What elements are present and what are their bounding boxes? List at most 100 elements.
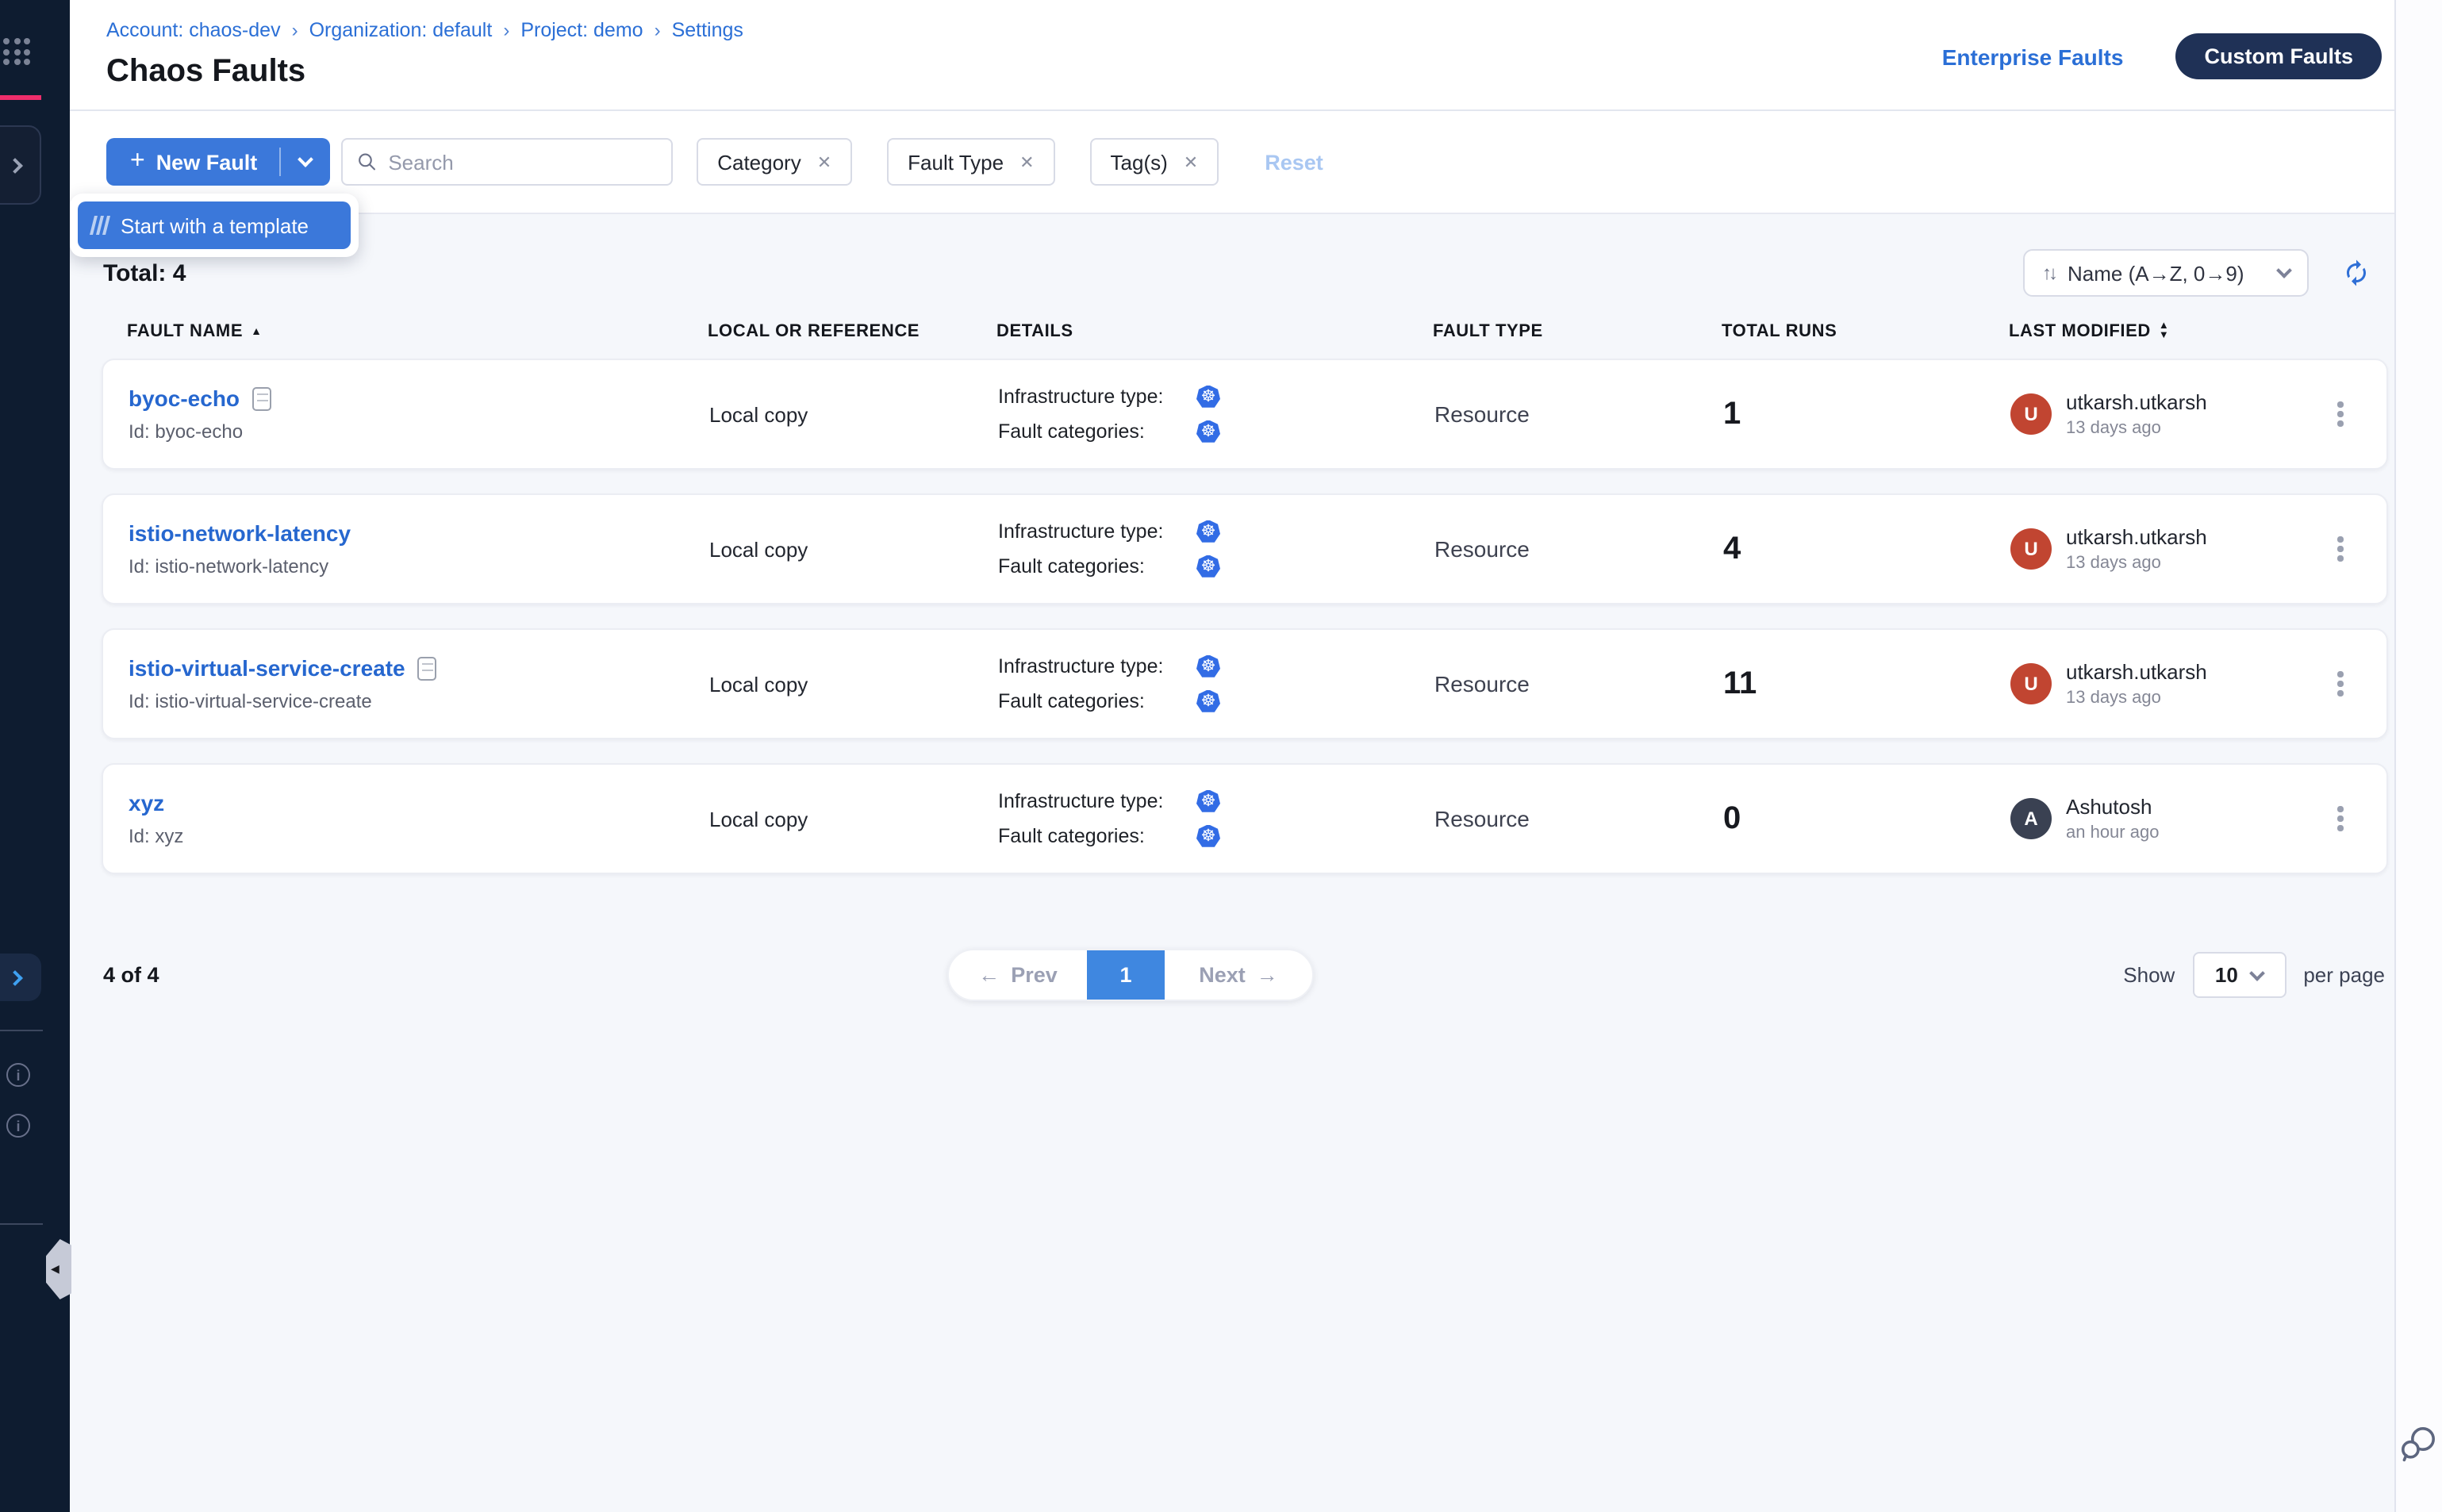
info-icon[interactable]: i <box>6 1114 30 1138</box>
fault-id: Id: xyz <box>129 825 709 847</box>
new-fault-button[interactable]: + New Fault <box>106 138 279 186</box>
menu-item-start-with-template[interactable]: Start with a template <box>78 201 351 249</box>
new-fault-split-button[interactable]: + New Fault <box>106 138 330 186</box>
right-gutter <box>2394 0 2442 1512</box>
page-1-button[interactable]: 1 <box>1087 950 1165 1000</box>
prev-page-button[interactable]: ← Prev <box>949 950 1087 1000</box>
fault-name-link[interactable]: istio-network-latency <box>129 520 351 546</box>
column-fault-type: FAULT TYPE <box>1433 322 1722 341</box>
row-menu-button[interactable] <box>2325 537 2356 562</box>
breadcrumb-project[interactable]: Project: demo <box>520 19 643 41</box>
filter-fault-type[interactable]: Fault Type ✕ <box>887 138 1054 186</box>
row-menu-button[interactable] <box>2325 807 2356 831</box>
local-or-reference: Local copy <box>709 537 998 561</box>
pager: ← Prev 1 Next → <box>947 949 1314 1001</box>
table-row[interactable]: byoc-echo Id: byoc-echo Local copy Infra… <box>102 359 2388 470</box>
row-menu-button[interactable] <box>2325 402 2356 427</box>
column-label: TOTAL RUNS <box>1722 322 1837 341</box>
kubernetes-icon: ☸ <box>1196 654 1220 678</box>
fault-categories-label: Fault categories: <box>998 555 1196 578</box>
toolbar: + New Fault Category ✕ Fault Type <box>70 111 2394 214</box>
arrow-right-icon: → <box>1257 963 1278 987</box>
column-details: DETAILS <box>996 322 1433 341</box>
filter-tags[interactable]: Tag(s) ✕ <box>1090 138 1219 186</box>
close-icon[interactable]: ✕ <box>817 152 831 172</box>
new-fault-dropdown-toggle[interactable] <box>281 138 330 186</box>
column-last-modified[interactable]: LAST MODIFIED ▲▼ <box>2009 322 2323 341</box>
search-box <box>341 138 673 186</box>
sort-both-icon: ▲▼ <box>2159 322 2169 341</box>
enterprise-faults-link[interactable]: Enterprise Faults <box>1942 44 2124 69</box>
info-icon[interactable]: i <box>6 1063 30 1087</box>
results-count: 4 of 4 <box>103 963 159 987</box>
search-icon <box>357 151 377 173</box>
fault-type: Resource <box>1434 671 1723 697</box>
local-or-reference: Local copy <box>709 672 998 696</box>
total-count-label: Total: 4 <box>103 259 186 286</box>
app-grid-icon[interactable] <box>3 38 30 65</box>
fault-list: byoc-echo Id: byoc-echo Local copy Infra… <box>102 359 2388 874</box>
infrastructure-type-label: Infrastructure type: <box>998 520 1196 543</box>
column-fault-name[interactable]: FAULT NAME ▲ <box>127 322 708 341</box>
kubernetes-icon: ☸ <box>1196 555 1220 578</box>
fault-name-link[interactable]: xyz <box>129 790 164 815</box>
breadcrumb-organization[interactable]: Organization: default <box>309 19 493 41</box>
reset-filters-link[interactable]: Reset <box>1265 150 1323 174</box>
breadcrumb-settings[interactable]: Settings <box>672 19 743 41</box>
table-row[interactable]: xyz Id: xyz Local copy Infrastructure ty… <box>102 763 2388 874</box>
local-or-reference: Local copy <box>709 402 998 426</box>
fault-name-link[interactable]: istio-virtual-service-create <box>129 655 405 681</box>
total-runs: 0 <box>1723 800 2010 837</box>
close-icon[interactable]: ✕ <box>1184 152 1198 172</box>
modified-by-name: utkarsh.utkarsh <box>2066 660 2207 684</box>
fault-type: Resource <box>1434 806 1723 831</box>
fault-type: Resource <box>1434 401 1723 427</box>
new-fault-dropdown-menu: Start with a template <box>70 194 359 257</box>
refresh-button[interactable] <box>2342 259 2371 287</box>
modified-by-name: Ashutosh <box>2066 795 2159 819</box>
local-or-reference: Local copy <box>709 807 998 831</box>
fault-type: Resource <box>1434 536 1723 562</box>
arrow-left-icon: ← <box>978 963 1000 987</box>
sort-select[interactable]: ↑↓ Name (A→Z, 0→9) <box>2023 249 2309 297</box>
search-input[interactable] <box>388 150 657 174</box>
page-header: Account: chaos-dev › Organization: defau… <box>70 0 2394 111</box>
kubernetes-icon: ☸ <box>1196 420 1220 443</box>
divider <box>0 1030 43 1031</box>
kubernetes-icon: ☸ <box>1196 789 1220 813</box>
next-page-button[interactable]: Next → <box>1165 950 1312 1000</box>
table-row[interactable]: istio-network-latency Id: istio-network-… <box>102 493 2388 604</box>
fault-categories-label: Fault categories: <box>998 690 1196 712</box>
column-label: LOCAL OR REFERENCE <box>708 322 920 341</box>
row-menu-button[interactable] <box>2325 672 2356 697</box>
nav-expand-button[interactable] <box>0 954 41 1001</box>
chevron-right-icon <box>7 157 23 173</box>
template-icon <box>92 216 108 235</box>
divider <box>0 1223 43 1225</box>
chat-help-icon[interactable] <box>2398 1423 2440 1479</box>
refresh-icon <box>2342 259 2371 287</box>
chevron-down-icon <box>2276 263 2292 278</box>
fault-name-link[interactable]: byoc-echo <box>129 386 240 411</box>
kubernetes-icon: ☸ <box>1196 520 1220 543</box>
copy-id-icon[interactable] <box>252 386 271 410</box>
nav-module-button[interactable] <box>0 125 41 205</box>
sort-select-value: Name (A→Z, 0→9) <box>2068 261 2244 285</box>
close-icon[interactable]: ✕ <box>1019 152 1034 172</box>
table-row[interactable]: istio-virtual-service-create Id: istio-v… <box>102 628 2388 739</box>
breadcrumb-account[interactable]: Account: chaos-dev <box>106 19 281 41</box>
total-runs: 11 <box>1723 666 2010 702</box>
new-fault-label: New Fault <box>156 150 258 174</box>
sort-arrows-icon: ↑↓ <box>2042 262 2055 284</box>
copy-id-icon[interactable] <box>418 656 437 680</box>
kubernetes-icon: ☸ <box>1196 385 1220 409</box>
column-total-runs: TOTAL RUNS <box>1722 322 2009 341</box>
custom-faults-button[interactable]: Custom Faults <box>2175 33 2382 79</box>
filter-category[interactable]: Category ✕ <box>697 138 852 186</box>
filter-fault-type-label: Fault Type <box>908 150 1004 174</box>
breadcrumb-separator: › <box>292 19 298 41</box>
kubernetes-icon: ☸ <box>1196 824 1220 848</box>
page-size-select[interactable]: 10 <box>2192 952 2286 998</box>
brand-accent-bar <box>0 95 41 100</box>
fault-id: Id: byoc-echo <box>129 420 709 443</box>
